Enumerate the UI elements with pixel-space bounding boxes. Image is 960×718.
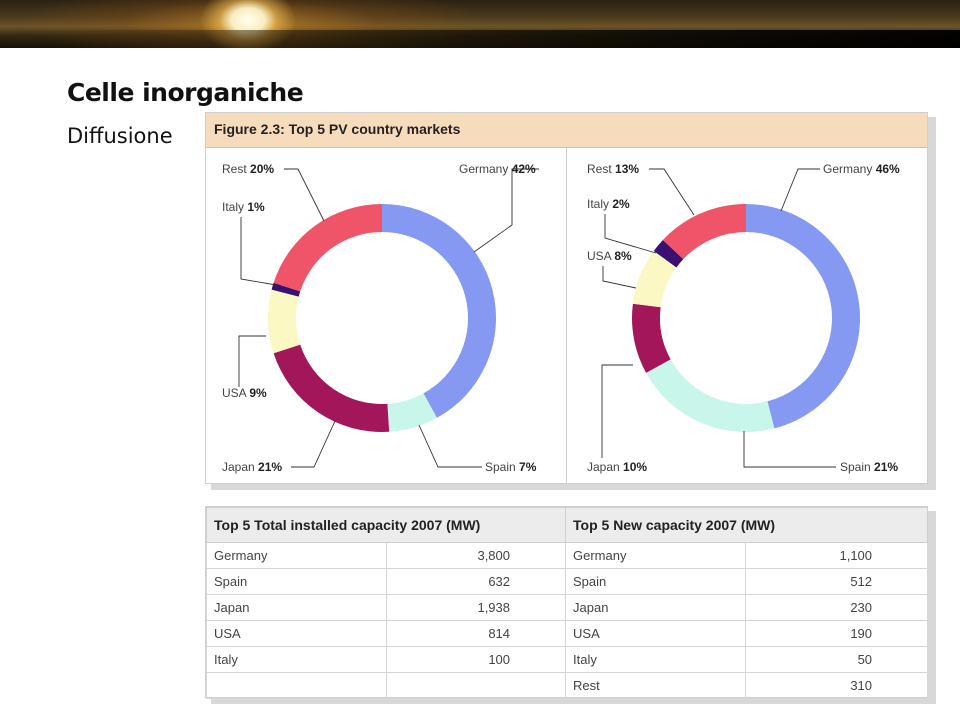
slice-label-name: Japan [587, 460, 620, 474]
slice-label-pct: 10% [623, 460, 647, 474]
country-cell: USA [206, 620, 387, 647]
capacity-table: Top 5 Total installed capacity 2007 (MW)… [205, 506, 929, 699]
slice-label-name: Germany [823, 162, 872, 176]
sunset-banner [0, 0, 960, 48]
capacity-cell: 1,100 [745, 542, 929, 569]
slice-label-name: Germany [459, 162, 508, 176]
table-row: Spain 632 Spain 512 [206, 568, 929, 595]
leader-line [238, 335, 266, 387]
table-row: Rest 310 [206, 672, 929, 699]
country-cell: USA [565, 620, 747, 647]
slice-label: Italy 1% [222, 200, 265, 214]
slice-label-name: Rest [222, 162, 247, 176]
slice-label-pct: 21% [874, 460, 898, 474]
country-cell [206, 672, 387, 699]
slice-label-name: USA [222, 386, 247, 400]
capacity-cell: 190 [745, 620, 929, 647]
slice-label: USA 9% [222, 386, 267, 400]
capacity-cell: 230 [745, 594, 929, 621]
country-cell: Japan [206, 594, 387, 621]
slide-title: Celle inorganiche [67, 78, 304, 107]
leader-line [473, 168, 539, 253]
capacity-cell: 310 [745, 672, 929, 699]
slice-label: USA 8% [587, 249, 632, 263]
slice-label-name: Italy [222, 200, 244, 214]
slice-label: Spain 7% [485, 460, 537, 474]
slice-label-name: Japan [222, 460, 255, 474]
leader-line [291, 420, 336, 468]
slice-japan [273, 344, 390, 433]
slice-label: Rest 20% [222, 162, 274, 176]
slice-rest [273, 204, 382, 292]
leader-line [649, 168, 695, 216]
slice-label: Italy 2% [587, 197, 630, 211]
capacity-cell: 100 [385, 646, 567, 673]
slice-germany [382, 204, 496, 418]
slice-usa [268, 289, 301, 354]
country-cell: Japan [565, 594, 747, 621]
slice-label: Germany 42% [459, 162, 536, 176]
capacity-cell [385, 672, 567, 699]
leader-line [284, 168, 325, 222]
table-header-total: Top 5 Total installed capacity 2007 (MW) [205, 507, 567, 543]
slice-label-name: Spain [485, 460, 516, 474]
donut-charts: Germany 42% Spain 7% Japan 21% USA 9% Italy … [222, 162, 900, 474]
leader-line [604, 214, 657, 254]
slice-spain [646, 359, 775, 433]
capacity-cell: 814 [385, 620, 567, 647]
slice-label-pct: 7% [519, 460, 537, 474]
country-cell: Italy [206, 646, 387, 673]
table-row: Italy 100 Italy 50 [206, 646, 929, 673]
country-cell: Germany [206, 542, 387, 569]
capacity-cell: 632 [385, 568, 567, 595]
country-cell: Spain [565, 568, 747, 595]
slice-label-name: USA [587, 249, 612, 263]
country-cell: Spain [206, 568, 387, 595]
slice-rest [662, 204, 746, 260]
table-row: Japan 1,938 Japan 230 [206, 594, 929, 621]
slice-japan [632, 303, 671, 373]
slide-subtitle: Diffusione [67, 124, 173, 148]
leader-line [743, 431, 836, 468]
country-cell: Germany [565, 542, 747, 569]
leader-line [602, 266, 637, 289]
country-cell: Italy [565, 646, 747, 673]
slice-label-pct: 1% [247, 200, 265, 214]
slice-label-pct: 9% [249, 386, 267, 400]
slice-label: Rest 13% [587, 162, 639, 176]
slice-label-pct: 42% [512, 162, 536, 176]
capacity-cell: 512 [745, 568, 929, 595]
country-cell: Rest [565, 672, 747, 699]
leader-line [780, 168, 820, 212]
slice-label-pct: 2% [612, 197, 630, 211]
leader-line [418, 424, 482, 468]
table-row: USA 814 USA 190 [206, 620, 929, 647]
capacity-cell: 1,938 [385, 594, 567, 621]
table-header-row: Top 5 Total installed capacity 2007 (MW)… [205, 507, 929, 543]
table-row: Germany 3,800 Germany 1,100 [206, 542, 929, 569]
slice-label-pct: 13% [615, 162, 639, 176]
slice-label: Spain 21% [840, 460, 898, 474]
slice-label: Japan 21% [222, 460, 282, 474]
slice-label-name: Italy [587, 197, 609, 211]
leader-line [601, 364, 633, 458]
slice-germany [746, 204, 860, 429]
slice-label-pct: 21% [258, 460, 282, 474]
banner-clouds [0, 30, 960, 48]
slice-label: Germany 46% [823, 162, 900, 176]
slice-label: Japan 10% [587, 460, 647, 474]
capacity-cell: 3,800 [385, 542, 567, 569]
slice-label-pct: 46% [876, 162, 900, 176]
slice-label-pct: 8% [614, 249, 632, 263]
table-header-new: Top 5 New capacity 2007 (MW) [565, 507, 929, 543]
figure-panel: Figure 2.3: Top 5 PV country markets Ger… [205, 112, 928, 484]
capacity-cell: 50 [745, 646, 929, 673]
slice-label-name: Spain [840, 460, 871, 474]
leader-line [240, 217, 277, 286]
slice-label-name: Rest [587, 162, 612, 176]
slice-label-pct: 20% [250, 162, 274, 176]
